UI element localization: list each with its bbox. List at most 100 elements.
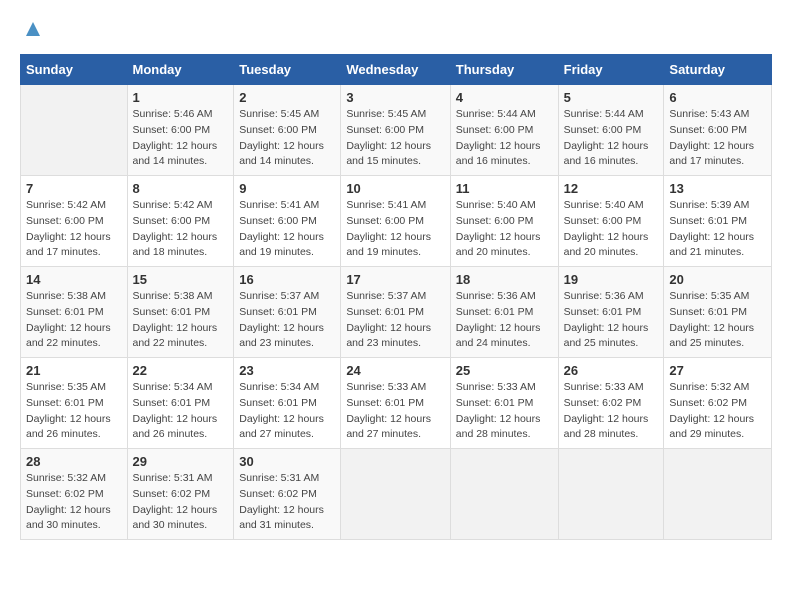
day-detail: Sunrise: 5:40 AMSunset: 6:00 PMDaylight:… — [564, 198, 659, 261]
calendar-cell: 30Sunrise: 5:31 AMSunset: 6:02 PMDayligh… — [234, 449, 341, 540]
day-number: 7 — [26, 181, 122, 196]
day-number: 28 — [26, 454, 122, 469]
day-number: 23 — [239, 363, 335, 378]
day-detail: Sunrise: 5:35 AMSunset: 6:01 PMDaylight:… — [26, 380, 122, 443]
day-detail: Sunrise: 5:31 AMSunset: 6:02 PMDaylight:… — [239, 471, 335, 534]
calendar-cell: 4 Sunrise: 5:44 AMSunset: 6:00 PMDaylight… — [450, 85, 558, 176]
day-detail: Sunrise: 5:33 AMSunset: 6:02 PMDaylight:… — [564, 380, 659, 443]
day-detail: Sunrise: 5:37 AMSunset: 6:01 PMDaylight:… — [346, 289, 444, 352]
calendar-cell — [558, 449, 664, 540]
day-number: 2 — [239, 90, 335, 105]
day-detail: Sunrise: 5:46 AMSunset: 6:00 PMDaylight:… — [133, 107, 229, 170]
day-detail: Sunrise: 5:45 AMSunset: 6:00 PMDaylight:… — [239, 107, 335, 170]
calendar-cell: 13Sunrise: 5:39 AMSunset: 6:01 PMDayligh… — [664, 176, 772, 267]
calendar-cell: 11 Sunrise: 5:40 AMSunset: 6:00 PMDayligh… — [450, 176, 558, 267]
day-detail: Sunrise: 5:42 AMSunset: 6:00 PMDaylight:… — [133, 198, 229, 261]
day-number: 18 — [456, 272, 553, 287]
day-number: 14 — [26, 272, 122, 287]
day-detail: Sunrise: 5:41 AMSunset: 6:00 PMDaylight:… — [239, 198, 335, 261]
day-number: 4 — [456, 90, 553, 105]
calendar-header-row: SundayMondayTuesdayWednesdayThursdayFrid… — [21, 55, 772, 85]
calendar-cell: 24 Sunrise: 5:33 AMSunset: 6:01 PMDayligh… — [341, 358, 450, 449]
calendar-cell: 12 Sunrise: 5:40 AMSunset: 6:00 PMDayligh… — [558, 176, 664, 267]
day-number: 27 — [669, 363, 766, 378]
day-detail: Sunrise: 5:43 AMSunset: 6:00 PMDaylight:… — [669, 107, 766, 170]
day-detail: Sunrise: 5:40 AMSunset: 6:00 PMDaylight:… — [456, 198, 553, 261]
day-number: 12 — [564, 181, 659, 196]
calendar-cell: 25 Sunrise: 5:33 AMSunset: 6:01 PMDayligh… — [450, 358, 558, 449]
column-header-tuesday: Tuesday — [234, 55, 341, 85]
calendar-cell: 14 Sunrise: 5:38 AMSunset: 6:01 PMDayligh… — [21, 267, 128, 358]
calendar-cell: 27 Sunrise: 5:32 AMSunset: 6:02 PMDayligh… — [664, 358, 772, 449]
day-detail: Sunrise: 5:38 AMSunset: 6:01 PMDaylight:… — [26, 289, 122, 352]
calendar-week-row: 28Sunrise: 5:32 AMSunset: 6:02 PMDayligh… — [21, 449, 772, 540]
calendar-cell: 15 Sunrise: 5:38 AMSunset: 6:01 PMDayligh… — [127, 267, 234, 358]
day-detail: Sunrise: 5:36 AMSunset: 6:01 PMDaylight:… — [564, 289, 659, 352]
day-number: 16 — [239, 272, 335, 287]
calendar-cell — [21, 85, 128, 176]
calendar-cell: 2 Sunrise: 5:45 AMSunset: 6:00 PMDaylight… — [234, 85, 341, 176]
calendar-week-row: 14 Sunrise: 5:38 AMSunset: 6:01 PMDayligh… — [21, 267, 772, 358]
day-detail: Sunrise: 5:33 AMSunset: 6:01 PMDaylight:… — [456, 380, 553, 443]
day-number: 11 — [456, 181, 553, 196]
day-detail: Sunrise: 5:37 AMSunset: 6:01 PMDaylight:… — [239, 289, 335, 352]
day-number: 20 — [669, 272, 766, 287]
day-detail: Sunrise: 5:36 AMSunset: 6:01 PMDaylight:… — [456, 289, 553, 352]
day-number: 24 — [346, 363, 444, 378]
calendar-cell: 20Sunrise: 5:35 AMSunset: 6:01 PMDayligh… — [664, 267, 772, 358]
day-detail: Sunrise: 5:44 AMSunset: 6:00 PMDaylight:… — [456, 107, 553, 170]
column-header-monday: Monday — [127, 55, 234, 85]
day-detail: Sunrise: 5:42 AMSunset: 6:00 PMDaylight:… — [26, 198, 122, 261]
day-detail: Sunrise: 5:34 AMSunset: 6:01 PMDaylight:… — [239, 380, 335, 443]
column-header-sunday: Sunday — [21, 55, 128, 85]
day-number: 17 — [346, 272, 444, 287]
calendar-cell: 19 Sunrise: 5:36 AMSunset: 6:01 PMDayligh… — [558, 267, 664, 358]
day-number: 26 — [564, 363, 659, 378]
calendar-cell — [664, 449, 772, 540]
calendar-cell: 9Sunrise: 5:41 AMSunset: 6:00 PMDaylight… — [234, 176, 341, 267]
day-number: 19 — [564, 272, 659, 287]
day-number: 1 — [133, 90, 229, 105]
calendar-cell: 28Sunrise: 5:32 AMSunset: 6:02 PMDayligh… — [21, 449, 128, 540]
calendar-cell: 10 Sunrise: 5:41 AMSunset: 6:00 PMDayligh… — [341, 176, 450, 267]
column-header-friday: Friday — [558, 55, 664, 85]
day-number: 10 — [346, 181, 444, 196]
calendar-cell: 23 Sunrise: 5:34 AMSunset: 6:01 PMDayligh… — [234, 358, 341, 449]
calendar-cell: 5 Sunrise: 5:44 AMSunset: 6:00 PMDaylight… — [558, 85, 664, 176]
calendar-cell: 29Sunrise: 5:31 AMSunset: 6:02 PMDayligh… — [127, 449, 234, 540]
calendar-cell: 17 Sunrise: 5:37 AMSunset: 6:01 PMDayligh… — [341, 267, 450, 358]
day-number: 25 — [456, 363, 553, 378]
calendar-week-row: 21 Sunrise: 5:35 AMSunset: 6:01 PMDayligh… — [21, 358, 772, 449]
day-detail: Sunrise: 5:45 AMSunset: 6:00 PMDaylight:… — [346, 107, 444, 170]
calendar-cell: 1 Sunrise: 5:46 AMSunset: 6:00 PMDaylight… — [127, 85, 234, 176]
day-detail: Sunrise: 5:33 AMSunset: 6:01 PMDaylight:… — [346, 380, 444, 443]
calendar-cell — [450, 449, 558, 540]
logo-icon — [24, 20, 42, 38]
day-detail: Sunrise: 5:31 AMSunset: 6:02 PMDaylight:… — [133, 471, 229, 534]
calendar-cell: 6 Sunrise: 5:43 AMSunset: 6:00 PMDaylight… — [664, 85, 772, 176]
day-number: 15 — [133, 272, 229, 287]
calendar-week-row: 7 Sunrise: 5:42 AMSunset: 6:00 PMDaylight… — [21, 176, 772, 267]
day-number: 8 — [133, 181, 229, 196]
day-detail: Sunrise: 5:38 AMSunset: 6:01 PMDaylight:… — [133, 289, 229, 352]
calendar-cell: 18 Sunrise: 5:36 AMSunset: 6:01 PMDayligh… — [450, 267, 558, 358]
logo — [20, 20, 42, 44]
calendar-cell: 26 Sunrise: 5:33 AMSunset: 6:02 PMDayligh… — [558, 358, 664, 449]
day-detail: Sunrise: 5:44 AMSunset: 6:00 PMDaylight:… — [564, 107, 659, 170]
calendar-cell: 21 Sunrise: 5:35 AMSunset: 6:01 PMDayligh… — [21, 358, 128, 449]
day-detail: Sunrise: 5:41 AMSunset: 6:00 PMDaylight:… — [346, 198, 444, 261]
day-detail: Sunrise: 5:32 AMSunset: 6:02 PMDaylight:… — [669, 380, 766, 443]
calendar-cell: 8 Sunrise: 5:42 AMSunset: 6:00 PMDaylight… — [127, 176, 234, 267]
day-number: 5 — [564, 90, 659, 105]
column-header-saturday: Saturday — [664, 55, 772, 85]
day-number: 13 — [669, 181, 766, 196]
day-detail: Sunrise: 5:34 AMSunset: 6:01 PMDaylight:… — [133, 380, 229, 443]
calendar-cell: 3Sunrise: 5:45 AMSunset: 6:00 PMDaylight… — [341, 85, 450, 176]
column-header-wednesday: Wednesday — [341, 55, 450, 85]
day-number: 22 — [133, 363, 229, 378]
calendar-week-row: 1 Sunrise: 5:46 AMSunset: 6:00 PMDaylight… — [21, 85, 772, 176]
calendar-table: SundayMondayTuesdayWednesdayThursdayFrid… — [20, 54, 772, 540]
column-header-thursday: Thursday — [450, 55, 558, 85]
day-number: 6 — [669, 90, 766, 105]
day-number: 21 — [26, 363, 122, 378]
